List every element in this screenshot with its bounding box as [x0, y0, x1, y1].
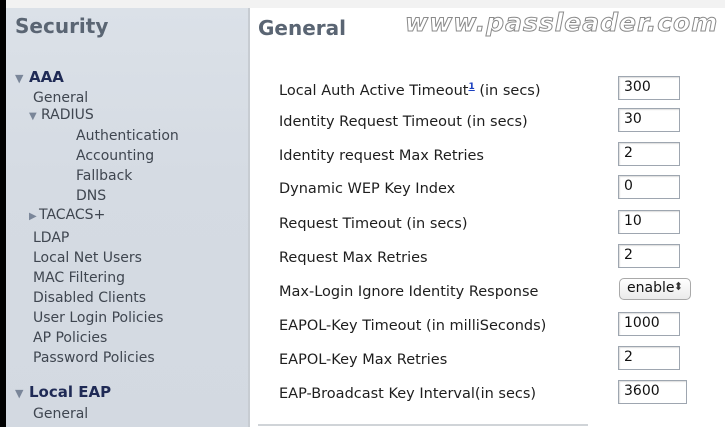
request-timeout-input[interactable]: 10: [618, 210, 680, 234]
sidebar-item-label: RADIUS: [41, 107, 94, 123]
eapol-key-max-retries-input[interactable]: 2: [618, 346, 680, 370]
label-identity-request-timeout: Identity Request Timeout (in secs): [279, 114, 528, 130]
label-eapol-key-timeout: EAPOL-Key Timeout (in milliSeconds): [279, 318, 547, 334]
sidebar-item-label: TACACS+: [39, 207, 106, 223]
sidebar-item-ldap[interactable]: LDAP: [33, 230, 69, 246]
sidebar-title: Security: [15, 14, 109, 38]
page-title: General: [258, 16, 346, 40]
sidebar-item-tacacs[interactable]: ▶ TACACS+: [29, 207, 105, 223]
label-eapol-key-max-retries: EAPOL-Key Max Retries: [279, 352, 448, 368]
sidebar-item-local-eap-general[interactable]: General: [33, 406, 88, 422]
sidebar-item-disabled-clients[interactable]: Disabled Clients: [33, 290, 146, 306]
sidebar-item-mac-filtering[interactable]: MAC Filtering: [33, 270, 125, 286]
sidebar-item-local-eap[interactable]: ▼ Local EAP: [15, 383, 111, 401]
label-request-max-retries: Request Max Retries: [279, 250, 428, 266]
sidebar-item-password-policies[interactable]: Password Policies: [33, 350, 155, 366]
triangle-down-icon: ▼: [15, 72, 24, 85]
label-dynamic-wep-key-index: Dynamic WEP Key Index: [279, 181, 456, 197]
top-strip: [0, 0, 725, 8]
label-local-auth-active-timeout: Local Auth Active Timeout1 (in secs): [279, 82, 541, 99]
sidebar-item-ap-policies[interactable]: AP Policies: [33, 330, 107, 346]
sidebar-item-label: AAA: [29, 68, 64, 86]
sidebar-item-authentication[interactable]: Authentication: [76, 128, 179, 144]
sidebar-item-local-net-users[interactable]: Local Net Users: [33, 250, 142, 266]
up-down-arrows-icon: ⬍: [673, 280, 683, 293]
label-eap-broadcast-key-interval: EAP-Broadcast Key Interval(in secs): [279, 386, 537, 402]
sidebar-item-accounting[interactable]: Accounting: [76, 148, 154, 164]
local-auth-active-timeout-input[interactable]: 300: [618, 76, 680, 100]
sidebar-item-user-login-policies[interactable]: User Login Policies: [33, 310, 163, 326]
content-divider: [258, 424, 588, 426]
sidebar-item-general[interactable]: General: [33, 90, 88, 106]
eap-broadcast-key-interval-input[interactable]: 3600: [618, 380, 687, 404]
eapol-key-timeout-input[interactable]: 1000: [618, 312, 680, 336]
label-request-timeout: Request Timeout (in secs): [279, 216, 468, 232]
watermark: www.passleader.com: [404, 8, 719, 38]
sidebar-item-radius[interactable]: ▼ RADIUS: [29, 107, 94, 123]
label-max-login-ignore-identity-response: Max-Login Ignore Identity Response: [279, 284, 539, 300]
triangle-right-icon: ▶: [29, 211, 37, 222]
triangle-down-icon: ▼: [29, 111, 37, 122]
sidebar-item-dns[interactable]: DNS: [76, 188, 106, 204]
max-login-ignore-identity-response-select[interactable]: enable ⬍: [619, 278, 691, 300]
select-value: enable: [627, 280, 675, 296]
triangle-down-icon: ▼: [15, 387, 24, 400]
main-panel: General www.passleader.com Local Auth Ac…: [250, 8, 725, 427]
label-identity-request-max-retries: Identity request Max Retries: [279, 148, 484, 164]
identity-request-max-retries-input[interactable]: 2: [618, 142, 680, 166]
dynamic-wep-key-index-input[interactable]: 0: [618, 175, 680, 199]
security-sidebar: Security ▼ AAA General ▼ RADIUS Authentica…: [6, 8, 248, 427]
sidebar-item-fallback[interactable]: Fallback: [76, 168, 132, 184]
sidebar-item-aaa[interactable]: ▼ AAA: [15, 68, 64, 86]
request-max-retries-input[interactable]: 2: [618, 244, 680, 268]
sidebar-item-label: Local EAP: [29, 383, 112, 401]
identity-request-timeout-input[interactable]: 30: [618, 108, 680, 132]
